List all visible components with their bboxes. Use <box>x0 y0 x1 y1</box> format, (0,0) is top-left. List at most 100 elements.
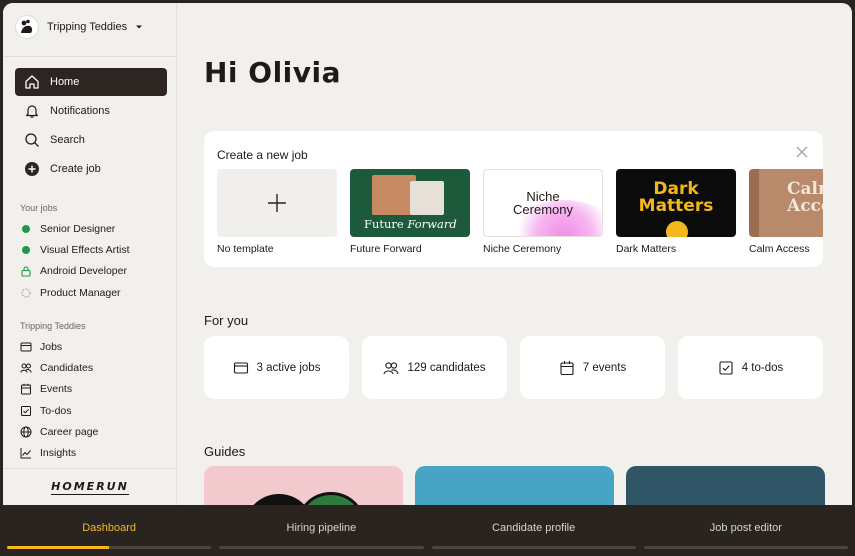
job-label: Product Manager <box>40 286 121 299</box>
template-niche-ceremony[interactable]: Niche Ceremony Niche Ceremony <box>483 169 603 255</box>
template-label: Dark Matters <box>616 243 677 255</box>
stat-label: 4 to-dos <box>741 361 784 374</box>
calendar-icon <box>560 360 574 375</box>
nav-label: Home <box>50 76 80 88</box>
demo-tab-bar: Dashboard Hiring pipeline Candidate prof… <box>0 505 855 556</box>
link-insights[interactable]: Insights <box>20 442 170 463</box>
draft-dashed-circle-icon <box>21 288 31 298</box>
thumbnail-figure <box>666 221 688 237</box>
job-item[interactable]: Android Developer <box>20 261 170 282</box>
link-jobs[interactable]: Jobs <box>20 336 170 357</box>
job-item[interactable]: Senior Designer <box>20 218 170 239</box>
guides-heading: Guides <box>204 444 246 459</box>
stat-events[interactable]: 7 events <box>520 336 665 399</box>
for-you-heading: For you <box>204 313 249 328</box>
link-events[interactable]: Events <box>20 379 170 400</box>
nav-label: Notifications <box>50 105 110 117</box>
jobs-icon <box>20 342 32 352</box>
home-icon <box>25 75 39 89</box>
nav-label: Search <box>50 134 85 146</box>
tab-job-post-editor[interactable]: Job post editor <box>643 505 848 556</box>
guide-card[interactable] <box>626 466 825 505</box>
globe-icon <box>20 426 32 438</box>
lock-icon <box>21 266 31 277</box>
template-future-forward[interactable]: Future Forward Future Forward <box>350 169 470 255</box>
tab-dashboard[interactable]: Dashboard <box>7 505 212 556</box>
stat-label: 3 active jobs <box>256 361 321 374</box>
template-thumbnail: Dark Matters <box>616 169 736 237</box>
template-label: Calm Access <box>749 243 810 255</box>
thumbnail-photo <box>410 181 444 215</box>
calendar-icon <box>21 384 31 395</box>
plus-circle-icon <box>25 162 39 176</box>
tab-label: Candidate profile <box>492 521 576 534</box>
job-label: Visual Effects Artist <box>40 243 130 256</box>
guide-card[interactable] <box>415 466 614 505</box>
tab-label: Job post editor <box>709 521 782 534</box>
thumbnail-caption: Future Forward <box>364 217 457 231</box>
org-logo <box>15 15 39 39</box>
stat-candidates[interactable]: 129 candidates <box>362 336 507 399</box>
guide-card[interactable] <box>204 466 403 505</box>
link-career-page[interactable]: Career page <box>20 421 170 442</box>
tab-hiring-pipeline[interactable]: Hiring pipeline <box>219 505 424 556</box>
job-label: Senior Designer <box>40 222 116 235</box>
tab-candidate-profile[interactable]: Candidate profile <box>431 505 636 556</box>
template-list: No template Future Forward Future Forwar… <box>217 169 823 255</box>
org-name: Tripping Teddies <box>47 21 128 33</box>
nav-label: Create job <box>50 163 101 175</box>
job-label: Android Developer <box>40 265 127 278</box>
template-thumbnail: CalmAccess <box>749 169 823 237</box>
create-job-card: Create a new job No template Future Forw… <box>204 131 823 267</box>
caret-down-icon <box>136 25 143 29</box>
template-thumbnail: Future Forward <box>350 169 470 237</box>
guides-list <box>204 466 825 505</box>
app-window: Tripping Teddies Home Notifications Sear… <box>3 3 852 505</box>
checkbox-icon <box>21 405 31 416</box>
candidates-icon <box>20 363 32 373</box>
candidates-icon <box>383 361 400 374</box>
template-thumbnail <box>217 169 337 237</box>
org-switcher[interactable]: Tripping Teddies <box>15 15 143 39</box>
create-job-title: Create a new job <box>217 148 308 162</box>
caption-word: Ceremony <box>513 202 573 217</box>
search-icon <box>25 133 39 147</box>
template-calm-access[interactable]: CalmAccess Calm Access <box>749 169 823 255</box>
tab-progress-track <box>219 546 424 549</box>
thumbnail-caption: Dark Matters <box>616 181 736 215</box>
published-dot-icon <box>22 224 30 233</box>
nav-search[interactable]: Search <box>15 126 167 154</box>
link-label: Events <box>40 383 73 396</box>
nav-create-job[interactable]: Create job <box>15 155 167 183</box>
link-label: Jobs <box>40 340 63 353</box>
link-candidates[interactable]: Candidates <box>20 357 170 378</box>
template-label: No template <box>217 243 274 255</box>
nav-home[interactable]: Home <box>15 68 167 96</box>
tab-label: Hiring pipeline <box>286 521 357 534</box>
plus-icon <box>268 194 286 212</box>
sidebar: Tripping Teddies Home Notifications Sear… <box>3 3 177 505</box>
job-item[interactable]: Visual Effects Artist <box>20 239 170 260</box>
close-icon[interactable] <box>795 145 809 159</box>
bell-icon <box>25 105 39 118</box>
page-title: Hi Olivia <box>204 56 342 89</box>
tab-progress-fill <box>7 546 110 549</box>
company-heading: Tripping Teddies <box>20 321 86 331</box>
tab-progress-track <box>431 546 636 549</box>
tab-progress-track <box>7 546 212 549</box>
stat-todos[interactable]: 4 to-dos <box>678 336 823 399</box>
homerun-logo: HOMERUN <box>3 468 177 505</box>
for-you-stats: 3 active jobs 129 candidates 7 events 4 … <box>204 336 823 399</box>
template-label: Future Forward <box>350 243 422 255</box>
template-no-template[interactable]: No template <box>217 169 337 255</box>
link-todos[interactable]: To-dos <box>20 400 170 421</box>
template-dark-matters[interactable]: Dark Matters Dark Matters <box>616 169 736 255</box>
brand-wordmark: HOMERUN <box>51 479 129 495</box>
job-item[interactable]: Product Manager <box>20 282 170 303</box>
link-label: To-dos <box>40 404 72 417</box>
caption-word: Matters <box>638 196 714 216</box>
stat-active-jobs[interactable]: 3 active jobs <box>204 336 349 399</box>
thumbnail-caption: CalmAccess <box>787 181 823 215</box>
nav-notifications[interactable]: Notifications <box>15 97 167 125</box>
teddy-logo-icon <box>21 19 33 33</box>
